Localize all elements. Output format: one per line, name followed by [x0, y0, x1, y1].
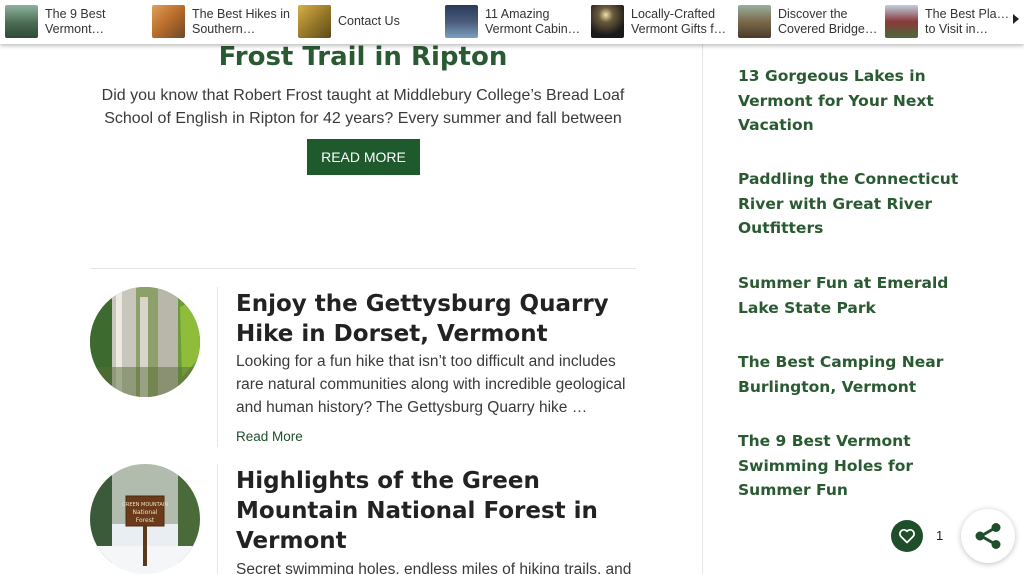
post-excerpt: Looking for a fun hike that isn’t too di… — [236, 353, 626, 416]
sign-text-line2: National — [132, 509, 157, 516]
like-count: 1 — [936, 528, 944, 543]
related-post-2[interactable]: The Best Hikes in Southern… — [152, 5, 296, 38]
related-post-4[interactable]: 11 Amazing Vermont Cabin… — [445, 5, 589, 38]
birch-forest-image — [90, 287, 200, 397]
related-post-1[interactable]: The 9 Best Vermont… — [5, 5, 149, 38]
related-posts-bar: The 9 Best Vermont… The Best Hikes in So… — [0, 0, 1024, 44]
like-button[interactable] — [891, 520, 923, 552]
related-post-title-line1: Discover the — [778, 6, 848, 21]
sidebar-link[interactable]: The 9 Best Vermont Swimming Holes for Su… — [738, 429, 968, 503]
related-post-title-line2: Vermont Gifts f… — [631, 21, 727, 36]
post-thumbnail[interactable] — [90, 287, 200, 397]
related-post-thumbnail — [152, 5, 185, 38]
sign-text-line3: Forest — [136, 517, 155, 524]
related-post-title-line1: The 9 Best — [45, 6, 106, 21]
related-post-title-line1: Locally-Crafted — [631, 6, 716, 21]
related-post-title-line2: to Visit in… — [925, 21, 988, 36]
scroll-right-arrow-icon[interactable] — [1013, 14, 1019, 24]
post-card: GREEN MOUNTAIN National Forest Highlight… — [90, 464, 636, 574]
related-post-thumbnail — [445, 5, 478, 38]
post-title[interactable]: Highlights of the Green Mountain Nationa… — [236, 466, 636, 556]
related-post-thumbnail — [298, 5, 331, 38]
related-post-7[interactable]: The Best Places to Visit in… — [885, 5, 1013, 38]
related-post-title-line1: The Best Places — [925, 6, 1013, 21]
forest-sign-image: GREEN MOUNTAIN National Forest — [90, 464, 200, 574]
post-title[interactable]: Frost Trail in Ripton — [90, 42, 636, 72]
post-divider — [217, 287, 218, 447]
related-post-title-line2: Covered Bridge… — [778, 21, 878, 36]
related-post-thumbnail — [738, 5, 771, 38]
sign-text-line1: GREEN MOUNTAIN — [122, 502, 168, 508]
sidebar-link[interactable]: Paddling the Connecticut River with Grea… — [738, 167, 968, 241]
related-post-title-line1: 11 Amazing — [485, 6, 550, 21]
share-button[interactable] — [961, 509, 1015, 563]
related-post-title-line2: Vermont Cabin… — [485, 21, 581, 36]
related-post-3[interactable]: Contact Us — [298, 5, 442, 38]
post-excerpt: Secret swimming holes, endless miles of … — [236, 561, 632, 574]
post-separator — [90, 268, 636, 269]
related-post-title-line1: The Best Hikes in — [192, 6, 290, 21]
sidebar-link[interactable]: The Best Camping Near Burlington, Vermon… — [738, 350, 968, 399]
post-thumbnail[interactable]: GREEN MOUNTAIN National Forest — [90, 464, 200, 574]
related-post-6[interactable]: Discover the Covered Bridge… — [738, 5, 882, 38]
read-more-link[interactable]: Read More — [236, 429, 303, 444]
post-card: Enjoy the Gettysburg Quarry Hike in Dors… — [90, 287, 636, 447]
related-post-title-line1: Contact Us — [338, 14, 400, 28]
related-post-thumbnail — [5, 5, 38, 38]
related-post-title-line2: Vermont… — [45, 21, 105, 36]
share-icon — [975, 523, 1001, 549]
related-post-title-line2: Southern… — [192, 21, 256, 36]
sidebar-divider — [702, 44, 703, 574]
post-divider — [217, 464, 218, 574]
post-title[interactable]: Enjoy the Gettysburg Quarry Hike in Dors… — [236, 289, 636, 349]
read-more-button[interactable]: READ MORE — [307, 139, 420, 175]
related-post-thumbnail — [885, 5, 918, 38]
heart-icon — [899, 528, 915, 544]
related-post-5[interactable]: Locally-Crafted Vermont Gifts f… — [591, 5, 735, 38]
sidebar-link[interactable]: 13 Gorgeous Lakes in Vermont for Your Ne… — [738, 64, 968, 138]
related-post-thumbnail — [591, 5, 624, 38]
sidebar-link[interactable]: Summer Fun at Emerald Lake State Park — [738, 271, 968, 320]
